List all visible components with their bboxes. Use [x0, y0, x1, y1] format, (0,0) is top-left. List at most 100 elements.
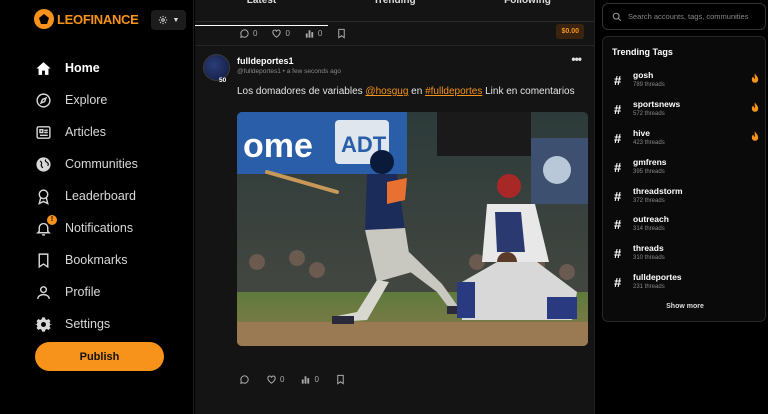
trending-tag-fulldeportes[interactable]: # fulldeportes 231 threads: [614, 272, 759, 298]
post-text-part: Link en comentarios: [482, 86, 575, 97]
brand-name: LEOFINANCE: [57, 11, 139, 27]
tab-following[interactable]: Following: [461, 0, 594, 16]
nav-item-home[interactable]: Home: [35, 52, 138, 84]
bookmark-icon: [337, 374, 344, 385]
baseball-photo: ome ADT: [237, 112, 588, 346]
hashtag-icon: #: [614, 73, 622, 88]
chevron-down-icon: ▼: [172, 16, 180, 24]
bar-chart-icon: [302, 376, 310, 384]
tag-count: 423 threads: [633, 140, 665, 146]
search-input[interactable]: [628, 12, 765, 21]
heart-icon: [272, 29, 282, 38]
trending-tag-gmfrens[interactable]: # gmfrens 395 threads: [614, 157, 759, 183]
tag-count: 372 threads: [633, 198, 665, 204]
trending-tag-gosh[interactable]: # gosh 789 threads: [614, 70, 759, 96]
show-more-link[interactable]: Show more: [603, 303, 767, 310]
hashtag-icon: #: [614, 275, 622, 290]
stats-button[interactable]: 0: [300, 374, 319, 385]
mention-link[interactable]: @hosgug: [365, 86, 408, 97]
post-username[interactable]: fulldeportes1: [237, 56, 294, 66]
nav-item-communities[interactable]: Communities: [35, 148, 138, 180]
nav-item-leaderboard[interactable]: Leaderboard: [35, 180, 138, 212]
trending-title: Trending Tags: [612, 47, 673, 57]
tag-name: gmfrens: [633, 157, 667, 167]
post-text: Los domadores de variables @hosgug en #f…: [237, 86, 575, 97]
feed: Latest Trending Following 0 0 0 $0.00 50…: [195, 0, 595, 414]
nav-item-explore[interactable]: Explore: [35, 84, 138, 116]
post-text-part: en: [408, 86, 426, 97]
articles-icon: [35, 124, 52, 141]
nav-label: Communities: [65, 157, 138, 171]
fire-icon: [751, 131, 759, 141]
post-handle[interactable]: @fulldeportes1: [237, 68, 281, 75]
nav-label: Explore: [65, 93, 108, 107]
reputation-badge: 50: [219, 77, 227, 84]
post-actions: 0 0: [239, 374, 354, 385]
tab-latest[interactable]: Latest: [195, 0, 328, 26]
post-text-part: Los domadores de variables: [237, 86, 366, 97]
search-icon: [612, 12, 622, 21]
svg-text:ome: ome: [243, 127, 313, 165]
nav-label: Home: [65, 61, 100, 75]
hashtag-icon: #: [614, 102, 622, 117]
bell-icon: !: [35, 214, 57, 237]
notification-badge: !: [47, 214, 57, 225]
gear-icon: [35, 316, 52, 333]
feed-tabs: Latest Trending Following: [195, 0, 594, 26]
nav-item-bookmarks[interactable]: Bookmarks: [35, 244, 138, 276]
hashtag-icon: #: [614, 189, 622, 204]
globe-icon: [35, 156, 52, 173]
left-sidebar: LEOFINANCE ▼ Home Explore Articles Commu…: [0, 0, 194, 414]
trending-tag-hive[interactable]: # hive 423 threads: [614, 128, 759, 154]
user-icon: [35, 284, 52, 301]
nav-label: Settings: [65, 317, 111, 331]
stats-button[interactable]: 0: [304, 28, 322, 39]
settings-dropdown-button[interactable]: ▼: [151, 10, 186, 30]
comment-count: 0: [253, 29, 258, 38]
nav-item-notifications[interactable]: ! Notifications: [35, 212, 138, 244]
like-button[interactable]: 0: [271, 28, 290, 39]
hashtag-link[interactable]: #fulldeportes: [425, 86, 482, 97]
hashtag-icon: #: [614, 160, 622, 175]
comment-button[interactable]: [239, 374, 250, 385]
tag-name: gosh: [633, 70, 654, 80]
trending-tag-sportsnews[interactable]: # sportsnews 572 threads: [614, 99, 759, 125]
nav-item-settings[interactable]: Settings: [35, 308, 138, 340]
leofinance-logo[interactable]: LEOFINANCE: [34, 9, 139, 29]
tag-name: sportsnews: [633, 99, 681, 109]
nav-label: Profile: [65, 285, 101, 299]
bookmark-icon: [35, 252, 52, 269]
tag-count: 310 threads: [633, 255, 665, 261]
fire-icon: [751, 73, 759, 83]
like-button[interactable]: 0: [266, 374, 284, 385]
right-panel: Trending Tags # gosh 789 threads # sport…: [601, 0, 768, 414]
hashtag-icon: #: [614, 131, 622, 146]
previous-post-actions: 0 0 0 $0.00: [195, 22, 594, 46]
stats-count: 0: [317, 29, 323, 38]
tag-name: threads: [633, 243, 664, 253]
bookmark-button[interactable]: [336, 28, 347, 39]
nav-label: Bookmarks: [65, 253, 128, 267]
nav-label: Articles: [65, 125, 106, 139]
hashtag-icon: #: [614, 246, 622, 261]
comment-button[interactable]: 0: [239, 28, 257, 39]
post-image[interactable]: ome ADT: [237, 112, 588, 346]
tag-count: 395 threads: [633, 169, 665, 175]
nav-item-profile[interactable]: Profile: [35, 276, 138, 308]
tag-name: fulldeportes: [633, 272, 682, 282]
fire-icon: [751, 102, 759, 112]
trending-tag-threadstorm[interactable]: # threadstorm 372 threads: [614, 186, 759, 212]
publish-button[interactable]: Publish: [35, 342, 164, 371]
more-options-button[interactable]: •••: [571, 52, 582, 66]
post-time: a few seconds ago: [286, 68, 341, 75]
nav-item-articles[interactable]: Articles: [35, 116, 138, 148]
payout-amount: $0.00: [556, 24, 584, 39]
trending-tag-threads[interactable]: # threads 310 threads: [614, 243, 759, 269]
bar-chart-icon: [305, 30, 314, 38]
tag-count: 314 threads: [633, 226, 665, 232]
post: 50 fulldeportes1 @fulldeportes1 • a few …: [195, 46, 594, 406]
bookmark-button[interactable]: [335, 374, 346, 385]
trending-tags-panel: Trending Tags # gosh 789 threads # sport…: [602, 36, 766, 322]
tab-trending[interactable]: Trending: [328, 0, 461, 16]
trending-tag-outreach[interactable]: # outreach 314 threads: [614, 214, 759, 240]
